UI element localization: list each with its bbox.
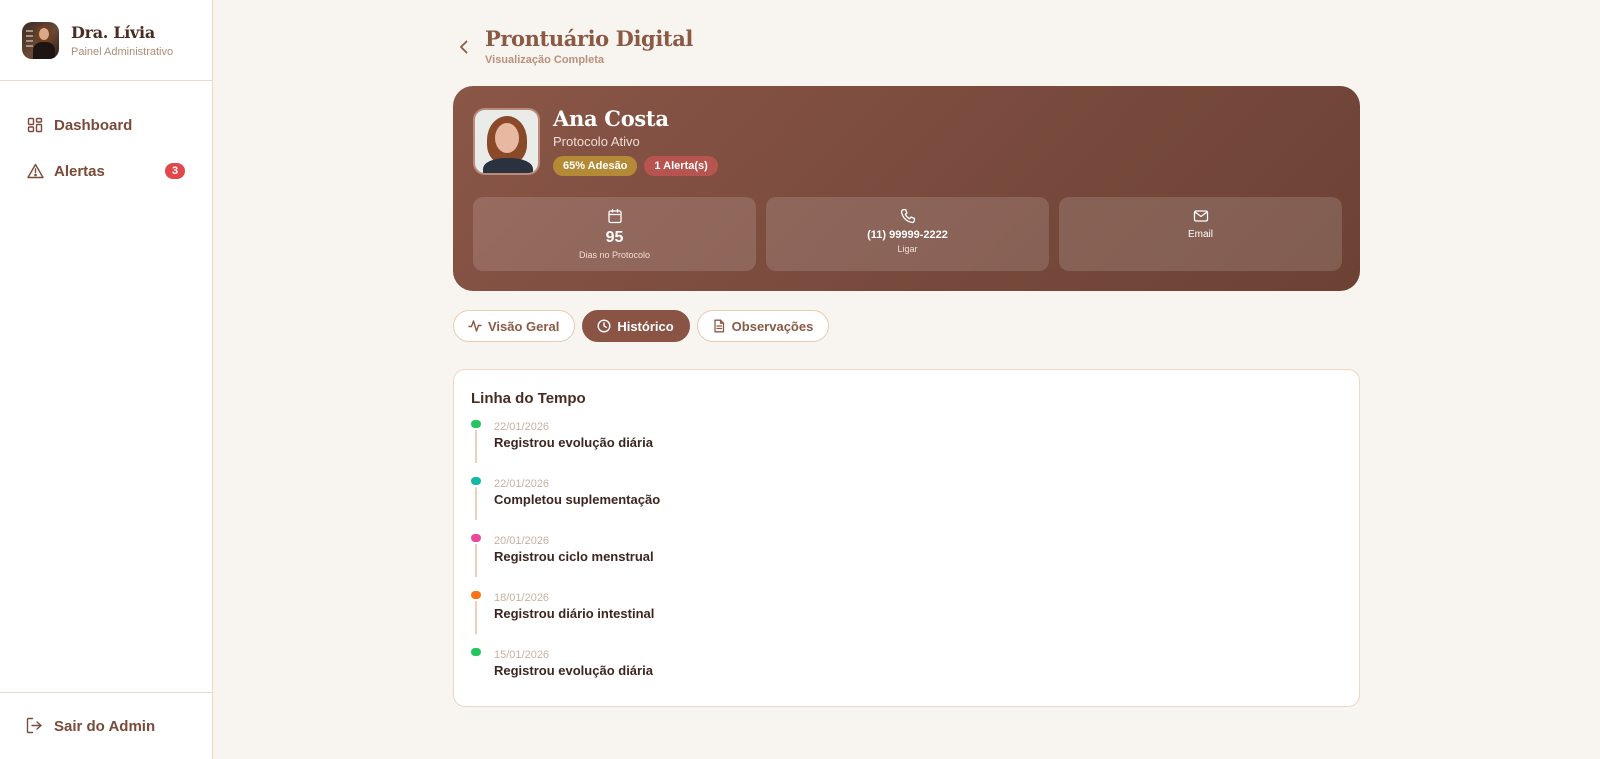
sidebar-item-dashboard[interactable]: Dashboard bbox=[0, 102, 212, 148]
timeline-text: Registrou evolução diária bbox=[494, 663, 653, 678]
doctor-subtitle: Painel Administrativo bbox=[71, 45, 174, 58]
page-title: Prontuário Digital bbox=[485, 26, 693, 51]
tab-observacoes[interactable]: Observações bbox=[696, 310, 830, 342]
patient-status: Protocolo Ativo bbox=[553, 134, 640, 149]
timeline-date: 20/01/2026 bbox=[494, 535, 550, 547]
sidebar-item-alertas[interactable]: Alertas 3 bbox=[0, 148, 212, 194]
days-value: 95 bbox=[605, 229, 624, 246]
logout-label: Sair do Admin bbox=[54, 717, 156, 735]
tab-label: Visão Geral bbox=[488, 318, 560, 334]
activity-icon bbox=[468, 319, 482, 333]
timeline-text: Registrou ciclo menstrual bbox=[494, 549, 654, 564]
timeline-date: 18/01/2026 bbox=[494, 592, 550, 604]
call-button[interactable]: (11) 99999-2222 Ligar bbox=[766, 197, 1049, 271]
timeline-connector bbox=[475, 601, 477, 634]
timeline-dot bbox=[471, 420, 481, 428]
patient-name: Ana Costa bbox=[553, 106, 669, 131]
timeline-dot bbox=[471, 534, 481, 542]
alerts-count-badge: 3 bbox=[165, 163, 185, 179]
clock-icon bbox=[597, 319, 611, 333]
timeline-date: 22/01/2026 bbox=[494, 421, 550, 433]
days-label: Dias no Protocolo bbox=[578, 250, 651, 260]
sidebar-header: Dra. Lívia Painel Administrativo bbox=[0, 0, 212, 81]
days-in-protocol-stat: 95 Dias no Protocolo bbox=[473, 197, 756, 271]
doctor-avatar bbox=[22, 21, 59, 59]
timeline-dot bbox=[471, 648, 481, 656]
mail-icon bbox=[1193, 208, 1209, 224]
timeline-date: 15/01/2026 bbox=[494, 649, 550, 661]
email-button[interactable]: Email bbox=[1059, 197, 1342, 271]
sidebar-item-label: Dashboard bbox=[54, 116, 133, 134]
timeline-date: 22/01/2026 bbox=[494, 478, 550, 490]
adherence-badge: 65% Adesão bbox=[553, 156, 638, 176]
patient-badges: 65% Adesão 1 Alerta(s) bbox=[553, 156, 718, 176]
back-button[interactable] bbox=[455, 38, 473, 56]
phone-icon bbox=[900, 208, 916, 224]
email-label: Email bbox=[1187, 229, 1213, 240]
dashboard-grid-icon bbox=[26, 116, 44, 134]
doctor-name: Dra. Lívia bbox=[71, 22, 155, 42]
document-icon bbox=[712, 319, 726, 333]
timeline-connector bbox=[475, 487, 477, 520]
tab-visao-geral[interactable]: Visão Geral bbox=[453, 310, 576, 342]
timeline-dot bbox=[471, 591, 481, 599]
timeline-card: Linha do Tempo 22/01/2026 Registrou evol… bbox=[453, 369, 1360, 707]
timeline-text: Registrou evolução diária bbox=[494, 435, 653, 450]
timeline-text: Registrou diário intestinal bbox=[494, 606, 655, 621]
logout-button[interactable]: Sair do Admin bbox=[0, 692, 212, 759]
call-label: Ligar bbox=[897, 244, 918, 254]
patient-card: Ana Costa Protocolo Ativo 65% Adesão 1 A… bbox=[453, 86, 1360, 291]
alerts-badge: 1 Alerta(s) bbox=[644, 156, 718, 176]
warning-triangle-icon bbox=[26, 162, 44, 180]
patient-photo bbox=[473, 108, 540, 175]
timeline-title: Linha do Tempo bbox=[471, 390, 586, 407]
calendar-icon bbox=[607, 208, 623, 224]
chevron-left-icon bbox=[460, 40, 468, 54]
record-tabs: Visão Geral Histórico Observações bbox=[453, 310, 830, 342]
sidebar-nav: Dashboard Alertas 3 bbox=[0, 81, 212, 194]
tab-historico[interactable]: Histórico bbox=[582, 310, 690, 342]
timeline-dot bbox=[471, 477, 481, 485]
patient-stats: 95 Dias no Protocolo (11) 99999-2222 Lig… bbox=[473, 197, 1342, 271]
timeline-connector bbox=[475, 430, 477, 463]
tab-label: Observações bbox=[731, 318, 814, 334]
timeline-connector bbox=[475, 544, 477, 577]
timeline-text: Completou suplementação bbox=[494, 492, 661, 507]
tab-label: Histórico bbox=[617, 318, 674, 334]
page-header: Prontuário Digital Visualização Completa bbox=[455, 26, 693, 66]
sidebar: Dra. Lívia Painel Administrativo Dashboa… bbox=[0, 0, 213, 759]
page-subtitle: Visualização Completa bbox=[485, 54, 605, 66]
phone-number: (11) 99999-2222 bbox=[867, 229, 948, 241]
logout-icon bbox=[26, 717, 44, 735]
sidebar-item-label: Alertas bbox=[54, 162, 105, 180]
